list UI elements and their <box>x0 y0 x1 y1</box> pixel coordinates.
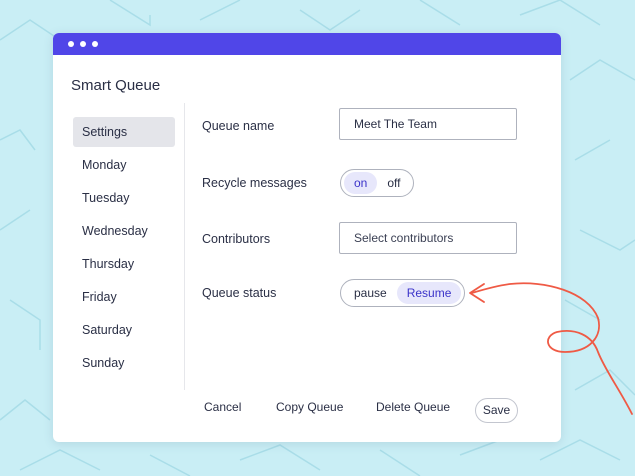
sidebar-item-settings[interactable]: Settings <box>73 117 175 147</box>
recycle-messages-label: Recycle messages <box>202 176 307 190</box>
sidebar-item-monday[interactable]: Monday <box>73 150 175 180</box>
app-window: Smart Queue Settings Monday Tuesday Wedn… <box>53 33 561 442</box>
window-dot-icon[interactable] <box>80 41 86 47</box>
recycle-messages-toggle: on off <box>340 169 415 197</box>
queue-status-toggle: pause Resume <box>340 279 466 307</box>
sidebar-divider <box>184 103 185 390</box>
save-button[interactable]: Save <box>475 398 518 423</box>
page-title: Smart Queue <box>71 77 161 94</box>
recycle-off-option[interactable]: off <box>377 172 410 194</box>
delete-queue-button[interactable]: Delete Queue <box>376 400 450 414</box>
contributors-input[interactable] <box>339 222 517 254</box>
cancel-button[interactable]: Cancel <box>204 400 241 414</box>
window-dot-icon[interactable] <box>68 41 74 47</box>
contributors-label: Contributors <box>202 232 271 246</box>
sidebar-item-tuesday[interactable]: Tuesday <box>73 183 175 213</box>
sidebar: Settings Monday Tuesday Wednesday Thursd… <box>73 117 175 381</box>
sidebar-item-wednesday[interactable]: Wednesday <box>73 216 175 246</box>
sidebar-item-saturday[interactable]: Saturday <box>73 315 175 345</box>
status-resume-option[interactable]: Resume <box>396 282 462 304</box>
queue-name-label: Queue name <box>202 119 275 133</box>
window-dot-icon[interactable] <box>92 41 98 47</box>
copy-queue-button[interactable]: Copy Queue <box>276 400 343 414</box>
queue-status-label: Queue status <box>202 286 277 300</box>
sidebar-item-sunday[interactable]: Sunday <box>73 348 175 378</box>
window-titlebar <box>53 33 561 55</box>
recycle-on-option[interactable]: on <box>344 172 378 194</box>
sidebar-item-thursday[interactable]: Thursday <box>73 249 175 279</box>
status-pause-option[interactable]: pause <box>344 282 397 304</box>
sidebar-item-friday[interactable]: Friday <box>73 282 175 312</box>
queue-name-input[interactable] <box>339 108 517 140</box>
